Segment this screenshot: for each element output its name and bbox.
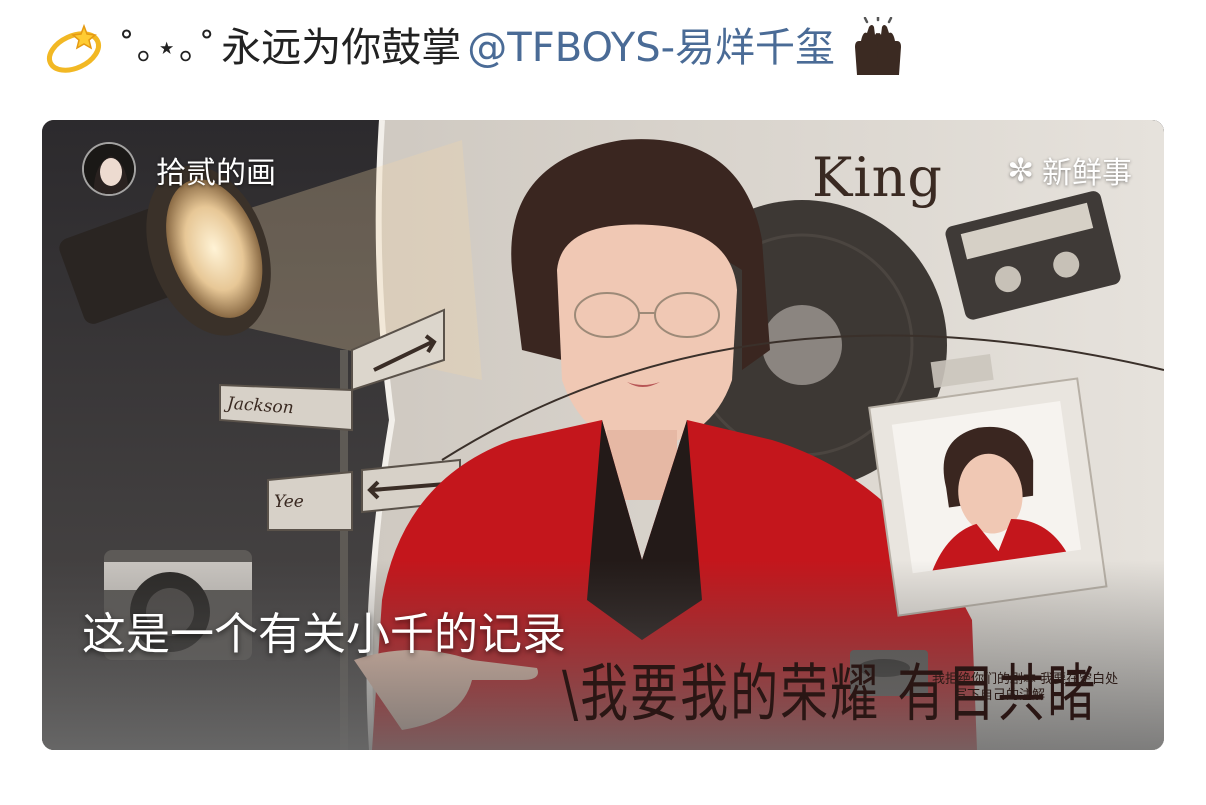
fresh-news-label: 新鲜事 [1042, 156, 1132, 191]
sparkle-icon: ✼ [1007, 151, 1034, 189]
artwork-king-text: King [812, 146, 943, 209]
post-text: ˚｡⋆｡˚ 永远为你鼓掌 @TFBOYS-易烊千玺 [44, 16, 1164, 80]
artwork-note-line-2: 写下自己的注解 [954, 688, 1046, 703]
card-caption: 这是一个有关小千的记录 [82, 609, 566, 660]
author-avatar[interactable] [82, 142, 136, 196]
raising-hands-icon [855, 17, 902, 75]
post-message: 永远为你鼓掌 [221, 25, 462, 71]
sign-text-2: Yee [274, 492, 304, 512]
mention-link[interactable]: @TFBOYS-易烊千玺 [467, 16, 835, 80]
fresh-news-tag: ✼ 新鲜事 [1007, 148, 1132, 192]
article-card[interactable]: King Jackson Yee \我要我的荣耀 有目共睹 我拒绝你们的剧本 我… [42, 120, 1164, 750]
decoration-text: ˚｡⋆｡˚ [118, 28, 218, 68]
dizzy-emoji-icon [46, 23, 102, 73]
author-name[interactable]: 拾贰的画 [156, 148, 276, 192]
